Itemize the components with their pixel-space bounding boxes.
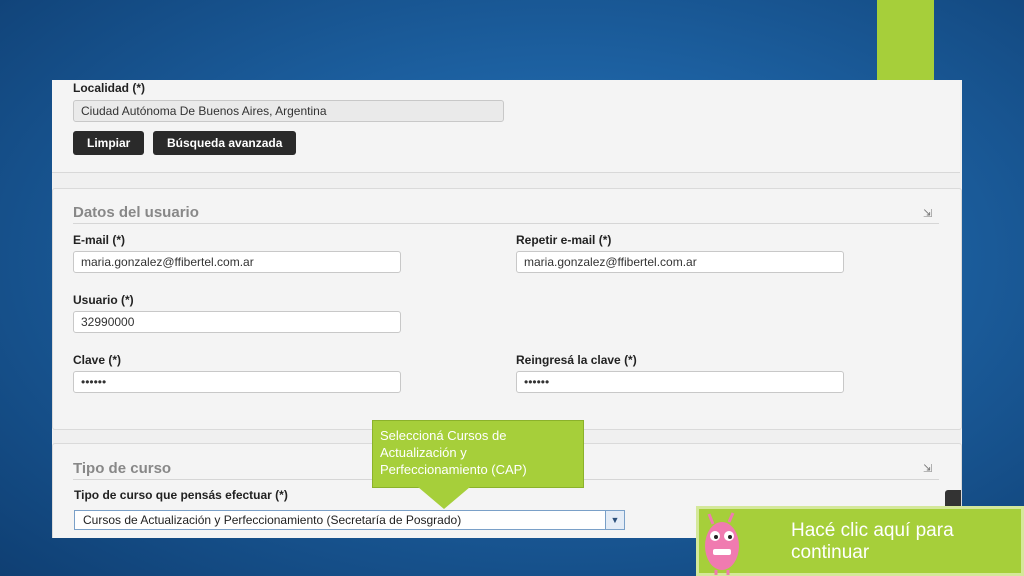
collapse-icon[interactable]: ⇲ [923,207,937,221]
section-title-course: Tipo de curso [73,460,172,477]
instruction-callout-text: Seleccioná Cursos de Actualización y Per… [380,428,527,477]
repeat-password-input[interactable] [516,371,844,393]
callout-pointer [418,487,470,509]
advanced-search-button[interactable]: Búsqueda avanzada [153,131,297,155]
password-input[interactable] [73,371,401,393]
repeat-email-label: Repetir e-mail (*) [516,233,612,247]
password-label: Clave (*) [73,353,122,367]
repeat-email-input[interactable] [516,251,844,273]
continue-button[interactable]: Hacé clic aquí para continuar [696,506,1024,576]
course-type-selected-value: Cursos de Actualización y Perfeccionamie… [83,513,462,527]
username-label: Usuario (*) [73,293,134,307]
user-data-panel: Datos del usuario ⇲ E-mail (*) Repetir e… [52,188,962,430]
instruction-callout: Seleccioná Cursos de Actualización y Per… [372,420,584,488]
location-label: Localidad (*) [73,81,146,95]
collapse-icon[interactable]: ⇲ [923,462,937,476]
email-input[interactable] [73,251,401,273]
section-divider [73,223,939,224]
repeat-password-label: Reingresá la clave (*) [516,353,637,367]
username-input[interactable] [73,311,401,333]
course-type-select[interactable]: Cursos de Actualización y Perfeccionamie… [74,510,625,530]
location-panel: Localidad (*) Limpiar Búsqueda avanzada [52,80,960,173]
monster-mascot-icon [705,512,739,575]
location-input[interactable] [73,100,504,122]
course-type-label: Tipo de curso que pensás efectuar (*) [74,488,288,502]
continue-button-label: Hacé clic aquí para continuar [791,520,954,563]
decorative-stripe [877,0,934,82]
clear-button[interactable]: Limpiar [73,131,145,155]
section-title-user: Datos del usuario [73,204,199,221]
dropdown-arrow-icon[interactable]: ▼ [605,511,624,529]
email-label: E-mail (*) [73,233,126,247]
